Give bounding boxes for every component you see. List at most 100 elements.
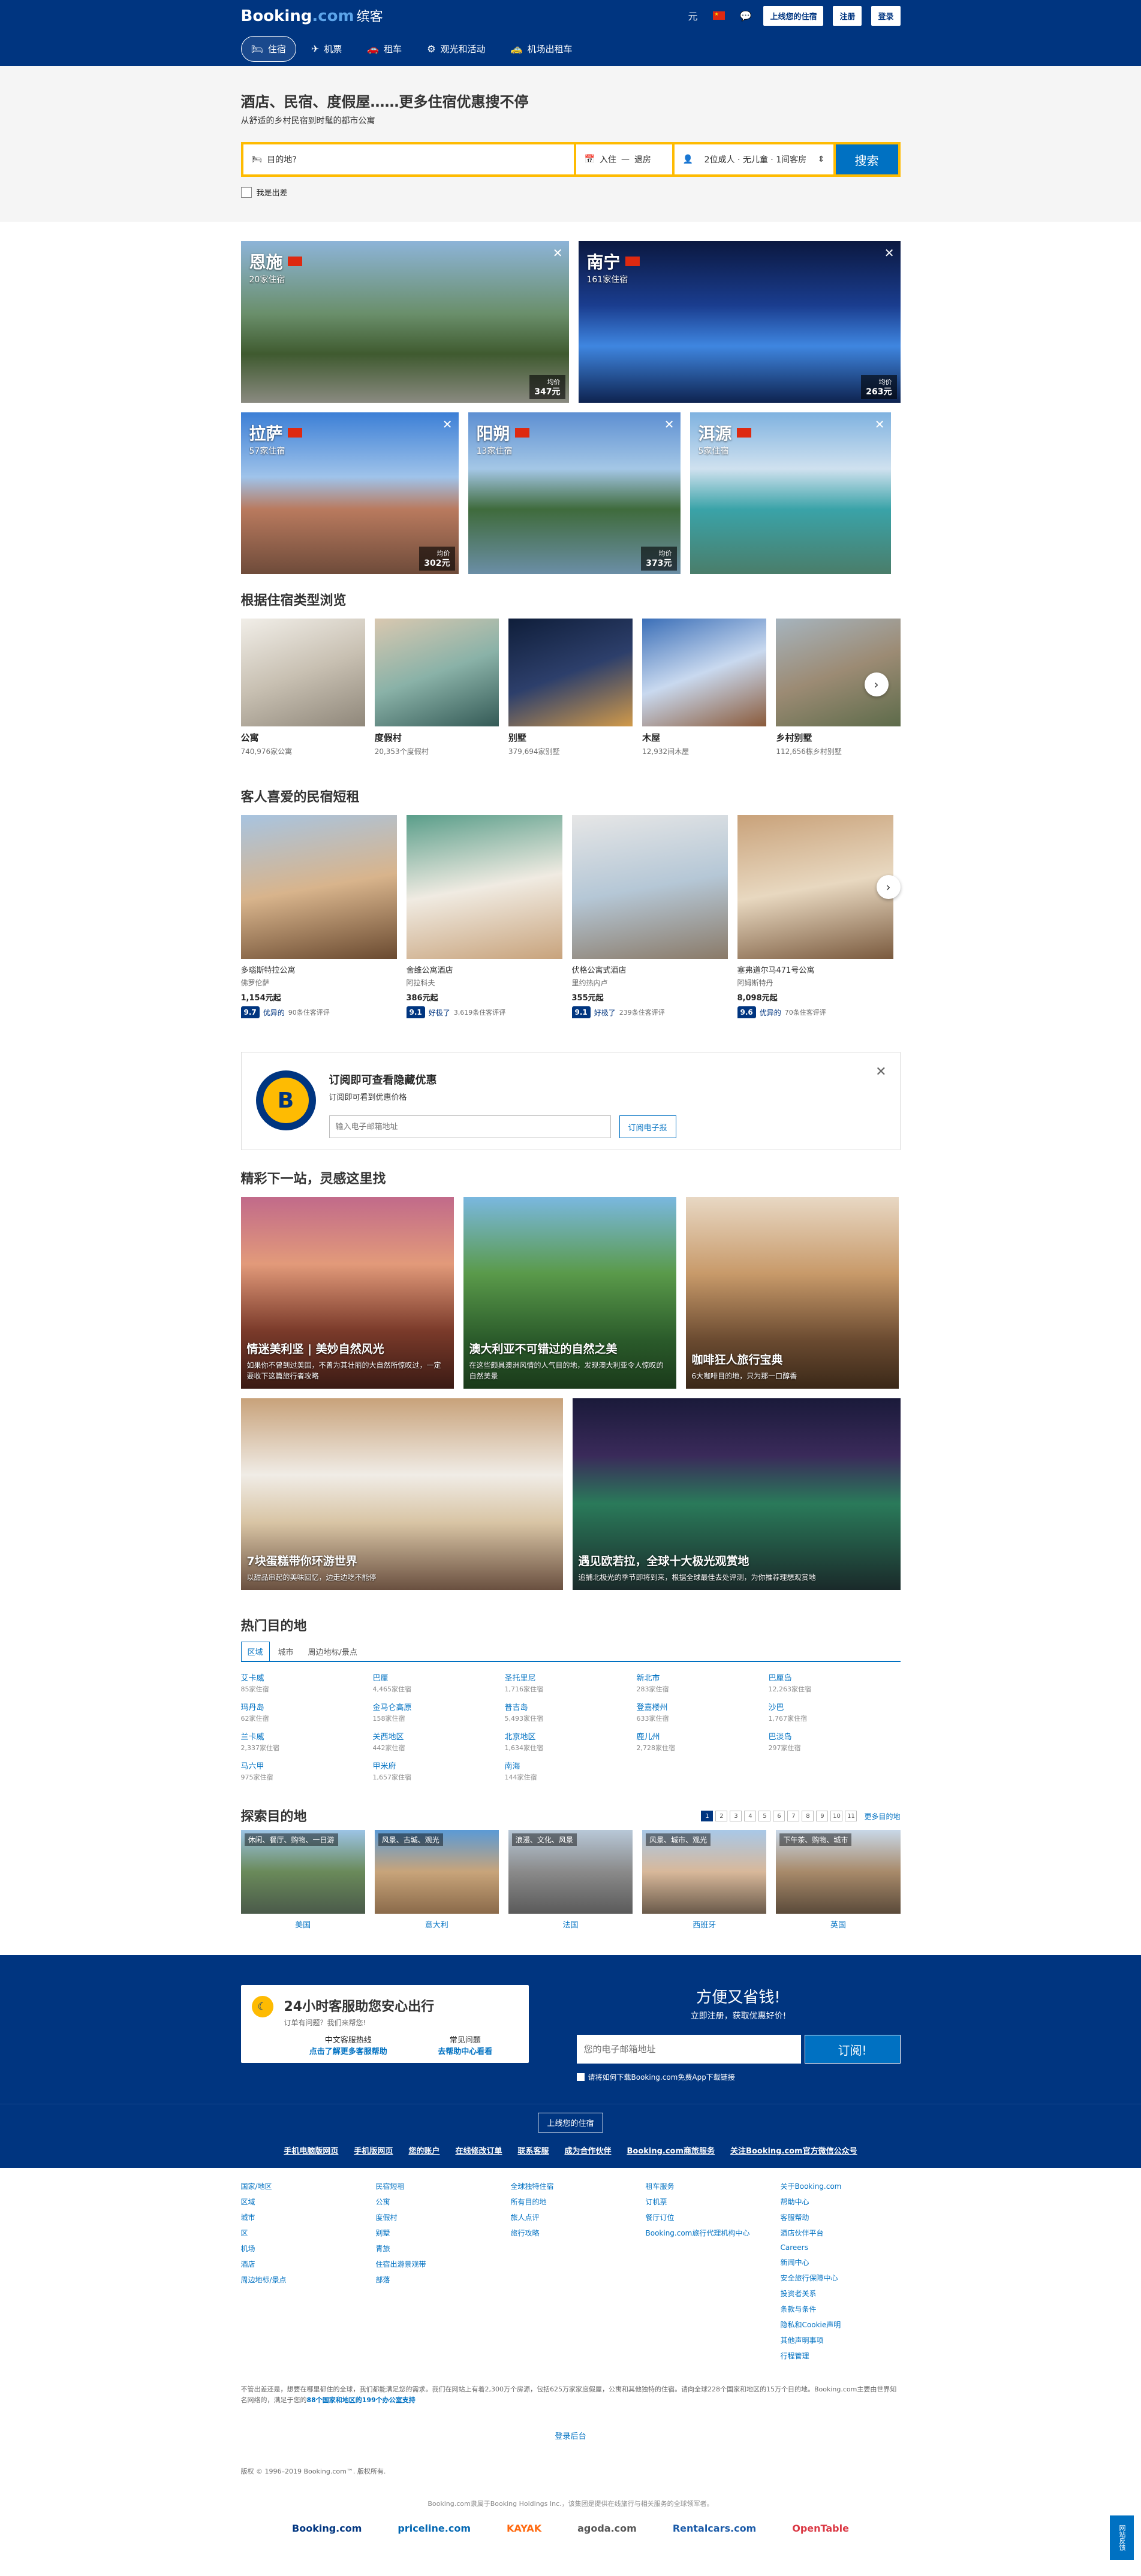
city-card[interactable]: 恩施 20家住宿 ✕ 均价347元 <box>241 241 569 403</box>
destination-field[interactable]: 🛏 目的地? <box>243 144 574 174</box>
destination-name[interactable]: 沙巴 <box>769 1701 901 1712</box>
city-card[interactable]: 阳朔 13家住宿 ✕ 均价373元 <box>468 412 681 574</box>
destination-item[interactable]: 登嘉楼州633家住宿 <box>637 1701 769 1723</box>
footer-link[interactable]: 所有目的地 <box>511 2197 631 2207</box>
footer-top-link[interactable]: 手机版网页 <box>354 2144 393 2156</box>
nav-airport-taxi[interactable]: 🚕机场出租车 <box>501 36 583 62</box>
explore-card[interactable]: 下午茶、购物、城市英国 <box>776 1830 900 1930</box>
destination-name[interactable]: 普吉岛 <box>505 1701 637 1712</box>
explore-card[interactable]: 浪漫、文化、风景法国 <box>508 1830 633 1930</box>
destination-item[interactable]: 北京地区1,634家住宿 <box>505 1730 637 1752</box>
destination-name[interactable]: 登嘉楼州 <box>637 1701 769 1712</box>
footer-top-link[interactable]: 在线修改订单 <box>455 2144 502 2156</box>
destination-item[interactable]: 沙巴1,767家住宿 <box>769 1701 901 1723</box>
currency-selector[interactable]: 元 <box>684 7 701 24</box>
destination-name[interactable]: 艾卡威 <box>241 1672 373 1683</box>
brand-logo[interactable]: agoda.com <box>577 2523 637 2534</box>
close-icon[interactable]: ✕ <box>875 1064 886 1079</box>
newsletter-subscribe-button[interactable]: 订阅! <box>805 2035 901 2064</box>
type-card[interactable]: 公寓740,976家公寓 <box>241 619 365 756</box>
footer-link[interactable]: 旅人点评 <box>511 2212 631 2222</box>
inspiration-card[interactable]: 咖啡狂人旅行宝典6大咖啡目的地，只为那一口醇香 <box>686 1197 899 1389</box>
checkbox-box[interactable] <box>241 187 252 198</box>
footer-link[interactable]: 客服帮助 <box>781 2212 901 2222</box>
footer-link[interactable]: 公寓 <box>376 2197 496 2207</box>
page-button[interactable]: 2 <box>715 1811 727 1821</box>
footer-link[interactable]: 青旅 <box>376 2243 496 2254</box>
brand-logo[interactable]: priceline.com <box>398 2523 471 2534</box>
brand-logo[interactable]: Rentalcars.com <box>673 2523 756 2534</box>
footer-link[interactable]: 别墅 <box>376 2228 496 2238</box>
inspiration-card[interactable]: 澳大利亚不可错过的自然之美在这些颇具澳洲风情的人气目的地，发现澳大利亚令人惊叹的… <box>463 1197 676 1389</box>
checkbox-box[interactable] <box>577 2073 585 2081</box>
home-card[interactable]: 多瑙斯特拉公寓 佛罗伦萨 1,154元起 9.7优异的90条住客评评 <box>241 815 397 1018</box>
home-card[interactable]: 伏格公寓式酒店 里约热内卢 355元起 9.1好极了239条住客评评 <box>572 815 728 1018</box>
page-button[interactable]: 9 <box>816 1811 828 1821</box>
destination-item[interactable]: 圣托里尼1,716家住宿 <box>505 1672 637 1694</box>
list-property-button[interactable]: 上线您的住宿 <box>763 6 823 26</box>
brand-logo[interactable]: KAYAK <box>507 2523 541 2534</box>
business-trip-checkbox[interactable]: 我是出差 <box>241 186 901 198</box>
destination-name[interactable]: 兰卡威 <box>241 1730 373 1742</box>
inspiration-card[interactable]: 情迷美利坚 | 美妙自然风光如果你不曾到过美国，不曾为其壮丽的大自然所惊叹过，一… <box>241 1197 454 1389</box>
admin-login-link[interactable]: 登录后台 <box>241 2430 901 2441</box>
destination-name[interactable]: 甲米府 <box>373 1760 505 1771</box>
footer-top-link[interactable]: 联系客服 <box>517 2144 549 2156</box>
type-card[interactable]: 度假村20,353个度假村 <box>375 619 499 756</box>
chat-icon[interactable]: 💬 <box>737 7 754 24</box>
footer-link[interactable]: 帮助中心 <box>781 2197 901 2207</box>
destination-name[interactable]: 南海 <box>505 1760 637 1771</box>
footer-link[interactable]: 行程管理 <box>781 2351 901 2361</box>
footer-top-link[interactable]: 您的账户 <box>408 2144 439 2156</box>
footer-link[interactable]: 酒店伙伴平台 <box>781 2228 901 2238</box>
subscribe-button[interactable]: 订阅电子报 <box>619 1115 676 1138</box>
booking-logo[interactable]: Booking.com缤客 <box>241 6 383 25</box>
subscribe-email-input[interactable] <box>329 1115 611 1138</box>
footer-top-link[interactable]: Booking.com商旅服务 <box>627 2144 715 2156</box>
explore-card[interactable]: 风景、城市、观光西班牙 <box>642 1830 766 1930</box>
close-icon[interactable]: ✕ <box>442 417 453 432</box>
language-selector[interactable] <box>711 7 727 24</box>
more-countries-link[interactable]: 更多目的地 <box>864 1811 900 1821</box>
close-icon[interactable]: ✕ <box>664 417 675 432</box>
destination-item[interactable]: 甲米府1,657家住宿 <box>373 1760 505 1782</box>
footer-link[interactable]: 住宿出游景观带 <box>376 2259 496 2269</box>
destination-name[interactable]: 巴厘岛 <box>769 1672 901 1683</box>
footer-link[interactable]: 民宿短租 <box>376 2181 496 2191</box>
footer-link[interactable]: 全球独特住宿 <box>511 2181 631 2191</box>
city-card[interactable]: 洱源 5家住宿 ✕ <box>690 412 891 574</box>
destination-name[interactable]: 金马仑高原 <box>373 1701 505 1712</box>
carousel-next-button[interactable]: › <box>865 672 889 696</box>
close-icon[interactable]: ✕ <box>875 417 885 432</box>
footer-top-link[interactable]: 成为合作伙伴 <box>564 2144 611 2156</box>
footer-link[interactable]: 机场 <box>241 2243 361 2254</box>
register-button[interactable]: 注册 <box>833 6 862 26</box>
footer-link[interactable]: 隐私和Cookie声明 <box>781 2319 901 2330</box>
destination-name[interactable]: 马六甲 <box>241 1760 373 1771</box>
footer-link[interactable]: 度假村 <box>376 2212 496 2222</box>
tab-landmarks[interactable]: 周边地标/景点 <box>302 1642 363 1661</box>
destination-name[interactable]: 圣托里尼 <box>505 1672 637 1683</box>
footer-link[interactable]: 条款与条件 <box>781 2304 901 2314</box>
explore-card[interactable]: 休闲、餐厅、购物、一日游美国 <box>241 1830 365 1930</box>
page-button[interactable]: 3 <box>730 1811 742 1821</box>
brand-logo[interactable]: Booking.com <box>292 2523 362 2534</box>
destination-item[interactable]: 关西地区442家住宿 <box>373 1730 505 1752</box>
search-button[interactable]: 搜索 <box>836 144 898 174</box>
footer-link[interactable]: 周边地标/景点 <box>241 2275 361 2285</box>
destination-item[interactable]: 普吉岛5,493家住宿 <box>505 1701 637 1723</box>
city-card[interactable]: 南宁 161家住宿 ✕ 均价263元 <box>579 241 901 403</box>
destination-item[interactable]: 鹿儿州2,728家住宿 <box>637 1730 769 1752</box>
footer-link[interactable]: 部落 <box>376 2275 496 2285</box>
nav-attractions[interactable]: ⚙观光和活动 <box>417 36 495 62</box>
destination-name[interactable]: 新北市 <box>637 1672 769 1683</box>
footer-link[interactable]: 新闻中心 <box>781 2257 901 2267</box>
destination-item[interactable]: 巴厘岛12,263家住宿 <box>769 1672 901 1694</box>
explore-card[interactable]: 风景、古城、观光意大利 <box>375 1830 499 1930</box>
page-button[interactable]: 6 <box>773 1811 785 1821</box>
type-card[interactable]: 别墅379,694家别墅 <box>508 619 633 756</box>
destination-name[interactable]: 巴淡岛 <box>769 1730 901 1742</box>
destination-item[interactable]: 兰卡威2,337家住宿 <box>241 1730 373 1752</box>
help-center-link[interactable]: 去帮助中心看看 <box>438 2045 492 2056</box>
page-button[interactable]: 4 <box>744 1811 756 1821</box>
